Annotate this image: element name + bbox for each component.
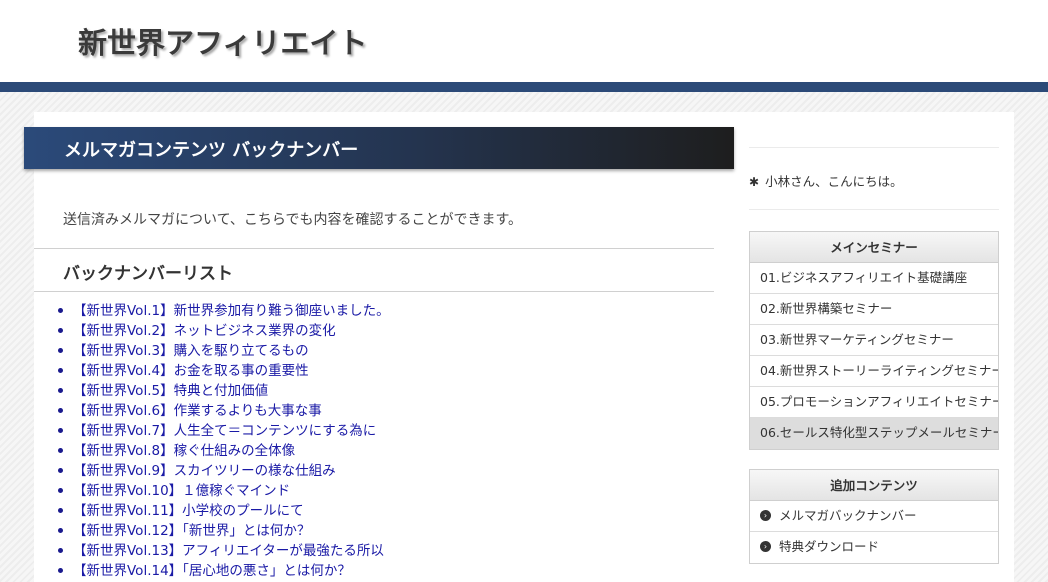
bullet-icon xyxy=(58,347,63,353)
backnumber-item: 【新世界Vol.13】アフィリエイターが最強たる所以 xyxy=(58,541,390,561)
backnumber-item: 【新世界Vol.5】特典と付加価値 xyxy=(58,381,390,401)
greeting-text: 小林さん、こんにちは。 xyxy=(765,174,903,189)
extra-content-link[interactable]: › メルマガバックナンバー xyxy=(750,501,998,532)
extra-content-list: › メルマガバックナンバー › 特典ダウンロード xyxy=(750,501,998,563)
backnumber-link[interactable]: 【新世界Vol.3】購入を駆り立てるもの xyxy=(73,343,309,359)
backnumber-item: 【新世界Vol.10】１億稼ぐマインド xyxy=(58,481,390,501)
backnumber-list: 【新世界Vol.1】新世界参加有り難う御座いました。 【新世界Vol.2】ネットビ… xyxy=(58,301,390,581)
page-heading: メルマガコンテンツ バックナンバー xyxy=(24,127,734,169)
seminar-link[interactable]: 03.新世界マーケティングセミナー xyxy=(750,325,998,356)
header-accent-bar xyxy=(0,82,1048,92)
bullet-icon xyxy=(58,527,63,533)
backnumber-link[interactable]: 【新世界Vol.9】スカイツリーの様な仕組み xyxy=(73,463,336,479)
site-title[interactable]: 新世界アフィリエイト xyxy=(78,20,367,62)
bullet-icon xyxy=(58,507,63,513)
backnumber-link[interactable]: 【新世界Vol.1】新世界参加有り難う御座いました。 xyxy=(73,303,390,319)
extra-content-widget: 追加コンテンツ › メルマガバックナンバー › 特典ダウンロード xyxy=(749,469,999,564)
bullet-icon xyxy=(58,327,63,333)
site-header: 新世界アフィリエイト xyxy=(0,0,1048,82)
backnumber-item: 【新世界Vol.9】スカイツリーの様な仕組み xyxy=(58,461,390,481)
bullet-icon xyxy=(58,467,63,473)
backnumber-item: 【新世界Vol.12】「新世界」とは何か？ xyxy=(58,521,390,541)
backnumber-item: 【新世界Vol.6】作業するよりも大事な事 xyxy=(58,401,390,421)
backnumber-link[interactable]: 【新世界Vol.7】人生全て＝コンテンツにする為に xyxy=(73,423,376,439)
seminar-link[interactable]: 02.新世界構築セミナー xyxy=(750,294,998,325)
backnumber-link[interactable]: 【新世界Vol.14】「居心地の悪さ」とは何か？ xyxy=(73,563,351,579)
seminar-link[interactable]: 06.セールス特化型ステップメールセミナー xyxy=(750,418,998,449)
bullet-icon xyxy=(58,427,63,433)
bullet-icon xyxy=(58,367,63,373)
chevron-right-circle-icon: › xyxy=(760,541,771,552)
backnumber-item: 【新世界Vol.2】ネットビジネス業界の変化 xyxy=(58,321,390,341)
extra-content-title: 追加コンテンツ xyxy=(750,470,998,501)
backnumber-item: 【新世界Vol.11】小学校のプールにて xyxy=(58,501,390,521)
sidebar-divider xyxy=(749,209,999,210)
extra-content-label: 特典ダウンロード xyxy=(779,539,880,554)
intro-text: 送信済みメルマガについて、こちらでも内容を確認することができます。 xyxy=(63,212,523,228)
backnumber-item: 【新世界Vol.4】お金を取る事の重要性 xyxy=(58,361,390,381)
gear-icon: ✱ xyxy=(749,175,760,189)
backnumber-item: 【新世界Vol.3】購入を駆り立てるもの xyxy=(58,341,390,361)
sidebar-divider xyxy=(749,147,999,148)
bullet-icon xyxy=(58,547,63,553)
page-heading-text: メルマガコンテンツ バックナンバー xyxy=(64,140,359,161)
seminar-link[interactable]: 05.プロモーションアフィリエイトセミナー xyxy=(750,387,998,418)
backnumber-item: 【新世界Vol.7】人生全て＝コンテンツにする為に xyxy=(58,421,390,441)
backnumber-link[interactable]: 【新世界Vol.11】小学校のプールにて xyxy=(73,503,304,519)
seminar-link[interactable]: 04.新世界ストーリーライティングセミナー xyxy=(750,356,998,387)
list-heading: バックナンバーリスト xyxy=(34,248,714,292)
backnumber-link[interactable]: 【新世界Vol.10】１億稼ぐマインド xyxy=(73,483,290,499)
bullet-icon xyxy=(58,487,63,493)
backnumber-link[interactable]: 【新世界Vol.6】作業するよりも大事な事 xyxy=(73,403,322,419)
backnumber-link[interactable]: 【新世界Vol.5】特典と付加価値 xyxy=(73,383,268,399)
chevron-right-circle-icon: › xyxy=(760,510,771,521)
bullet-icon xyxy=(58,387,63,393)
backnumber-item: 【新世界Vol.8】稼ぐ仕組みの全体像 xyxy=(58,441,390,461)
list-heading-text: バックナンバーリスト xyxy=(63,264,233,284)
backnumber-link[interactable]: 【新世界Vol.4】お金を取る事の重要性 xyxy=(73,363,309,379)
backnumber-link[interactable]: 【新世界Vol.2】ネットビジネス業界の変化 xyxy=(73,323,336,339)
backnumber-link[interactable]: 【新世界Vol.13】アフィリエイターが最強たる所以 xyxy=(73,543,384,559)
extra-content-link[interactable]: › 特典ダウンロード xyxy=(750,532,998,563)
main-seminar-list: 01.ビジネスアフィリエイト基礎講座 02.新世界構築セミナー 03.新世界マーケテ… xyxy=(750,263,998,449)
backnumber-link[interactable]: 【新世界Vol.8】稼ぐ仕組みの全体像 xyxy=(73,443,295,459)
bullet-icon xyxy=(58,307,63,313)
bullet-icon xyxy=(58,567,63,573)
backnumber-item: 【新世界Vol.1】新世界参加有り難う御座いました。 xyxy=(58,301,390,321)
extra-content-label: メルマガバックナンバー xyxy=(779,508,917,523)
bullet-icon xyxy=(58,407,63,413)
greeting: ✱ 小林さん、こんにちは。 xyxy=(749,171,903,190)
bullet-icon xyxy=(58,447,63,453)
main-seminar-widget: メインセミナー 01.ビジネスアフィリエイト基礎講座 02.新世界構築セミナー 03… xyxy=(749,231,999,450)
seminar-link[interactable]: 01.ビジネスアフィリエイト基礎講座 xyxy=(750,263,998,294)
backnumber-link[interactable]: 【新世界Vol.12】「新世界」とは何か？ xyxy=(73,523,310,539)
main-seminar-title: メインセミナー xyxy=(750,232,998,263)
backnumber-item: 【新世界Vol.14】「居心地の悪さ」とは何か？ xyxy=(58,561,390,581)
